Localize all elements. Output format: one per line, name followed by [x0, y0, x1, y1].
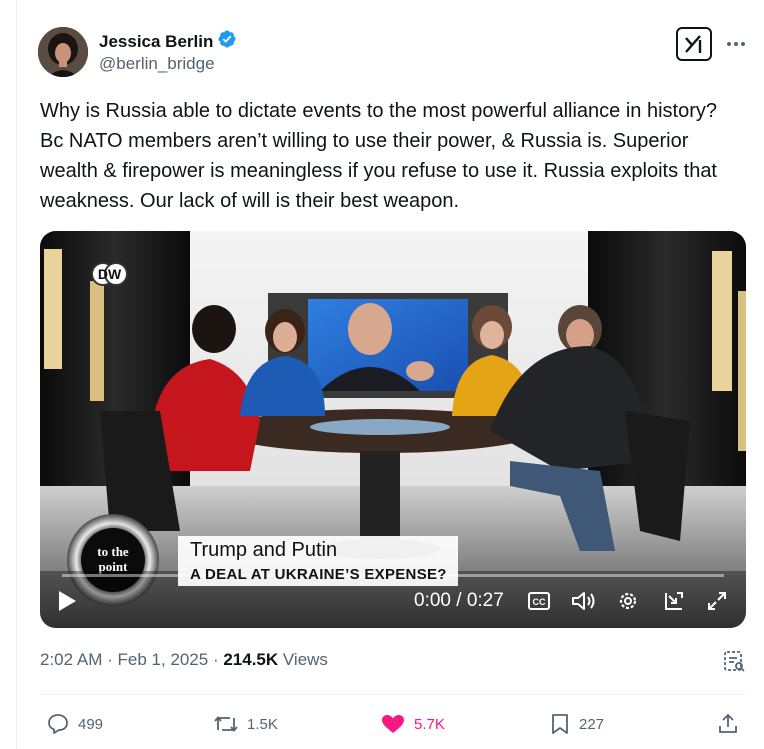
show-badge-line1: to the [97, 544, 129, 559]
bookmark-button[interactable]: 227 [549, 712, 604, 736]
video-time: 0:00 / 0:27 [414, 590, 504, 611]
repost-button[interactable]: 1.5K [213, 712, 278, 736]
picture-in-picture-button[interactable] [663, 588, 685, 614]
channel-logo: DW [98, 266, 122, 282]
verified-badge-icon [217, 29, 237, 54]
pip-icon [665, 592, 683, 610]
lower-third-subtitle: A DEAL AT UKRAINE’S EXPENSE? [178, 564, 458, 586]
meta-separator: · [102, 650, 118, 669]
fullscreen-icon [708, 592, 726, 610]
like-count: 5.7K [414, 715, 445, 733]
post-analytics-button[interactable] [722, 649, 746, 673]
post-time[interactable]: 2:02 AM [40, 650, 102, 670]
tweet-text: Why is Russia able to dictate events to … [40, 100, 717, 212]
divider [40, 694, 746, 695]
captions-icon: CC [528, 592, 550, 610]
meta-separator: · [208, 650, 224, 669]
heart-icon [382, 715, 404, 733]
tweet-meta: 2:02 AM · Feb 1, 2025 · 214.5K Views [40, 650, 328, 670]
analytics-icon [724, 651, 745, 672]
avatar[interactable] [38, 27, 88, 77]
play-icon [59, 591, 76, 611]
like-button[interactable]: 5.7K [380, 712, 445, 736]
reply-icon [48, 714, 68, 734]
play-button[interactable] [57, 588, 77, 614]
settings-button[interactable] [617, 588, 639, 614]
more-options-icon[interactable] [722, 34, 750, 54]
gear-icon [619, 592, 637, 610]
volume-button[interactable] [571, 588, 597, 614]
reply-button[interactable]: 499 [46, 712, 103, 736]
author-handle[interactable]: @berlin_bridge [99, 54, 215, 74]
captions-button[interactable]: CC [528, 588, 550, 614]
repost-count: 1.5K [247, 715, 278, 733]
author-name-row[interactable]: Jessica Berlin [99, 29, 237, 54]
volume-icon [572, 592, 595, 610]
author-name[interactable]: Jessica Berlin [99, 32, 213, 52]
svg-text:CC: CC [533, 597, 546, 607]
repost-icon [214, 716, 238, 732]
reply-count: 499 [78, 715, 104, 733]
lower-third-title: Trump and Putin [178, 536, 458, 564]
bookmark-count: 227 [579, 715, 605, 733]
views-count: 214.5K [223, 650, 279, 669]
post-date[interactable]: Feb 1, 2025 [117, 650, 208, 670]
share-button[interactable] [716, 712, 740, 736]
fullscreen-button[interactable] [706, 588, 728, 614]
bookmark-icon [552, 714, 568, 734]
grok-icon[interactable] [676, 27, 712, 61]
share-icon [719, 713, 737, 733]
views-label: Views [278, 650, 328, 669]
